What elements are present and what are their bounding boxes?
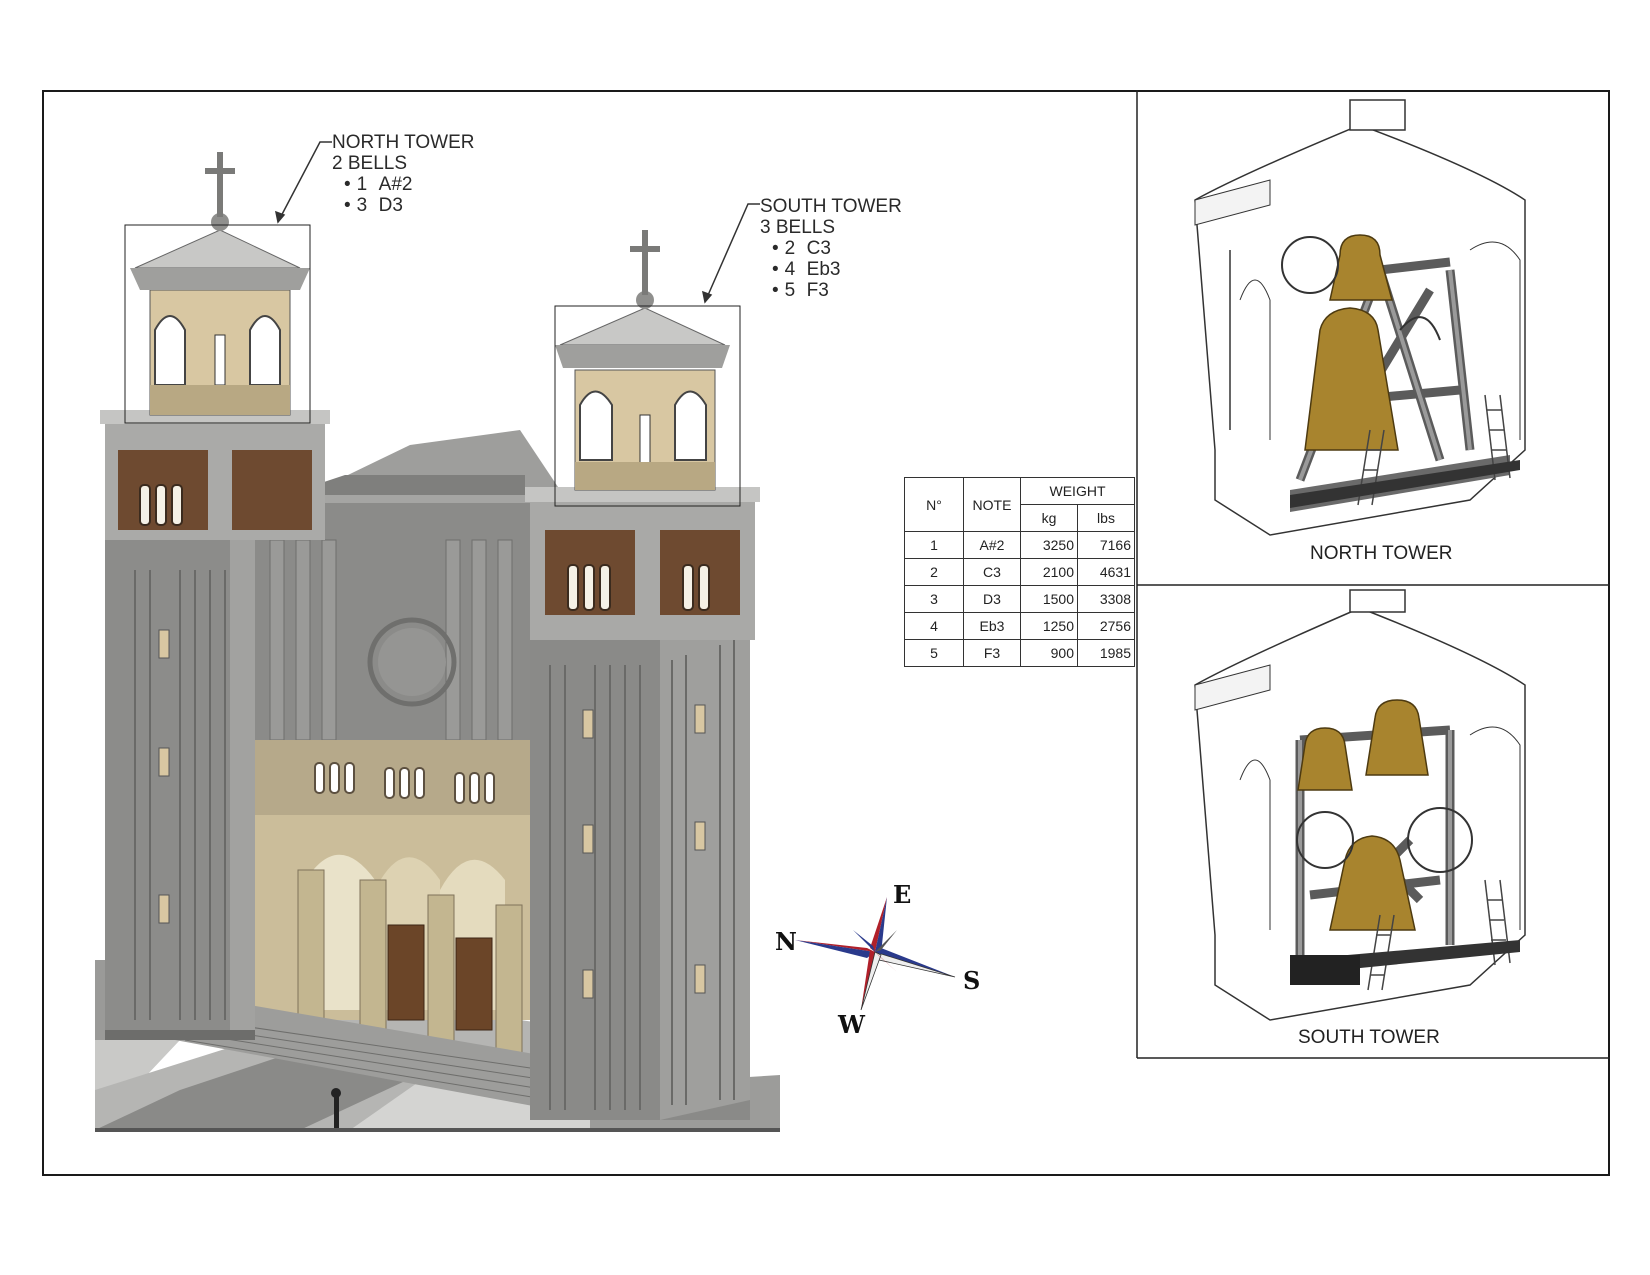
table-row: 5 F3 900 1985 bbox=[904, 639, 1135, 667]
cell-kg: 900 bbox=[1020, 639, 1078, 667]
cell-lbs: 3308 bbox=[1077, 585, 1135, 613]
cell-number: 1 bbox=[904, 531, 964, 559]
header-note: NOTE bbox=[963, 477, 1021, 532]
north-callout-count: 2 BELLS bbox=[332, 153, 407, 174]
bell-note: D3 bbox=[378, 195, 403, 216]
bell-weight-table: N° NOTE WEIGHT kg lbs 1 A#2 3250 7166 2 … bbox=[904, 477, 1135, 667]
compass-west-label: W bbox=[838, 1010, 865, 1039]
table-row: 4 Eb3 1250 2756 bbox=[904, 612, 1135, 640]
south-callout-bell: • 5 F3 bbox=[772, 280, 829, 301]
table-row: 2 C3 2100 4631 bbox=[904, 558, 1135, 586]
south-tower-callout: SOUTH TOWER 3 BELLS • 2 C3 • 4 Eb3 • 5 F3 bbox=[760, 196, 902, 301]
cell-kg: 3250 bbox=[1020, 531, 1078, 559]
compass-north-label: N bbox=[775, 927, 797, 956]
north-tower-callout: NORTH TOWER 2 BELLS • 1 A#2 • 3 D3 bbox=[332, 132, 475, 216]
table-row: 1 A#2 3250 7166 bbox=[904, 531, 1135, 559]
bell-number: 5 bbox=[784, 280, 796, 301]
cell-kg: 1250 bbox=[1020, 612, 1078, 640]
cell-number: 3 bbox=[904, 585, 964, 613]
north-callout-bell: • 3 D3 bbox=[344, 195, 403, 216]
cell-lbs: 4631 bbox=[1077, 558, 1135, 586]
bell-number: 2 bbox=[784, 238, 796, 259]
header-lbs: lbs bbox=[1077, 504, 1135, 532]
cell-note: F3 bbox=[963, 639, 1021, 667]
cell-number: 4 bbox=[904, 612, 964, 640]
bell-number: 4 bbox=[784, 259, 796, 280]
bell-note: F3 bbox=[806, 280, 829, 301]
cell-note: Eb3 bbox=[963, 612, 1021, 640]
north-tower-view-label: NORTH TOWER bbox=[1310, 543, 1453, 564]
cell-lbs: 2756 bbox=[1077, 612, 1135, 640]
cell-lbs: 7166 bbox=[1077, 531, 1135, 559]
bell-number: 1 bbox=[356, 174, 368, 195]
bell-note: C3 bbox=[806, 238, 831, 259]
cell-note: C3 bbox=[963, 558, 1021, 586]
cell-kg: 2100 bbox=[1020, 558, 1078, 586]
bell-note: A#2 bbox=[378, 174, 413, 195]
cell-number: 5 bbox=[904, 639, 964, 667]
cell-note: A#2 bbox=[963, 531, 1021, 559]
cell-number: 2 bbox=[904, 558, 964, 586]
south-callout-bell: • 2 C3 bbox=[772, 238, 831, 259]
compass-south-label: S bbox=[963, 966, 981, 995]
south-callout-count: 3 BELLS bbox=[760, 217, 835, 238]
compass-east-label: E bbox=[893, 880, 912, 909]
table-row: 3 D3 1500 3308 bbox=[904, 585, 1135, 613]
south-callout-title: SOUTH TOWER bbox=[760, 196, 902, 217]
header-weight: WEIGHT bbox=[1020, 477, 1135, 505]
south-tower-structure bbox=[525, 230, 760, 1120]
compass-rose bbox=[795, 897, 956, 1011]
cell-lbs: 1985 bbox=[1077, 639, 1135, 667]
bell-note: Eb3 bbox=[806, 259, 841, 280]
bell-number: 3 bbox=[356, 195, 368, 216]
cell-kg: 1500 bbox=[1020, 585, 1078, 613]
south-tower-view-label: SOUTH TOWER bbox=[1298, 1027, 1440, 1048]
south-tower-cutaway bbox=[1194, 589, 1526, 1021]
header-number: N° bbox=[904, 477, 964, 532]
north-callout-title: NORTH TOWER bbox=[332, 132, 475, 153]
header-kg: kg bbox=[1020, 504, 1078, 532]
north-tower-cutaway bbox=[1194, 99, 1526, 536]
south-callout-bell: • 4 Eb3 bbox=[772, 259, 841, 280]
church-elevation-drawing bbox=[95, 90, 1610, 1132]
cell-note: D3 bbox=[963, 585, 1021, 613]
north-callout-bell: • 1 A#2 bbox=[344, 174, 413, 195]
